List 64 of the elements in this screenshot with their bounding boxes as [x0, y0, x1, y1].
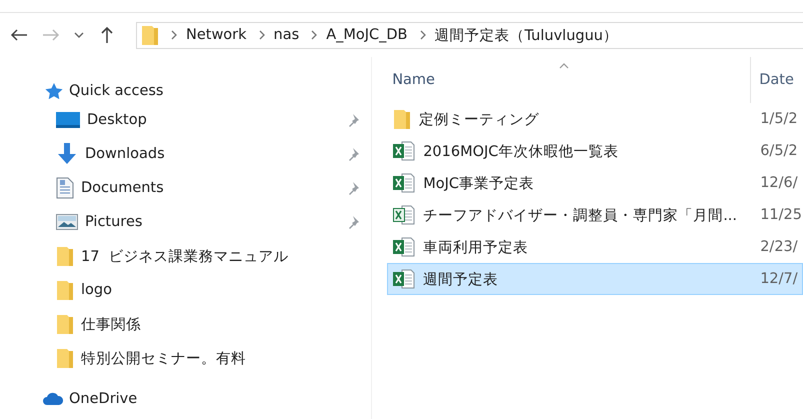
- download-icon: [56, 143, 78, 165]
- document-icon: [56, 177, 74, 199]
- file-row[interactable]: 定例ミーティング 1/5/2: [387, 103, 803, 135]
- spreadsheet-icon: [393, 269, 416, 289]
- up-arrow-icon[interactable]: [100, 26, 114, 44]
- spreadsheet-icon: [393, 237, 416, 257]
- pin-icon[interactable]: [348, 181, 360, 195]
- chevron-icon: [420, 30, 426, 40]
- quick-access-link[interactable]: Quick access: [69, 83, 164, 99]
- file-row[interactable]: MoJC事業予定表 12/6/: [387, 167, 803, 199]
- caret-icon[interactable]: [74, 31, 84, 39]
- chevron-icon: [258, 30, 265, 40]
- back-icon[interactable]: [10, 28, 28, 42]
- pin-icon[interactable]: [348, 113, 360, 127]
- address-bar[interactable]: Network nas A_MoJC_DB 週間予定表（Tuluvluguu）: [136, 22, 803, 48]
- column-header[interactable]: Date: [751, 57, 794, 103]
- folder-icon: [141, 24, 159, 46]
- file-row[interactable]: 週間予定表 12/7/: [387, 263, 803, 295]
- forward-icon[interactable]: [42, 28, 60, 42]
- spreadsheet-icon: [393, 205, 416, 225]
- folder-icon: [56, 347, 74, 369]
- sidebar-item[interactable]: 17 ビジネス課業務マニュアル: [81, 246, 289, 266]
- column-header[interactable]: Name: [387, 57, 752, 103]
- file-row[interactable]: チーフアドバイザー・調整員・専門家「月間... 11/25: [387, 199, 803, 231]
- file-row[interactable]: 2016MOJC年次休暇他一覧表 6/5/2: [387, 135, 803, 167]
- file-name: 車両利用予定表: [423, 238, 528, 256]
- file-date: 2/23/: [760, 239, 798, 255]
- file-date: 1/5/2: [760, 111, 798, 127]
- monitor-icon: [56, 111, 80, 129]
- spreadsheet-icon: [393, 173, 416, 193]
- file-name: 定例ミーティング: [419, 110, 540, 128]
- file-name: チーフアドバイザー・調整員・専門家「月間...: [423, 206, 738, 224]
- breadcrumb-item[interactable]: Network: [186, 27, 247, 43]
- cloud-icon: [43, 392, 63, 406]
- sidebar-item[interactable]: logo: [81, 282, 112, 298]
- chevron-icon: [311, 30, 318, 40]
- picture-icon: [56, 213, 78, 231]
- sidebar-item[interactable]: 仕事関係: [81, 314, 141, 334]
- file-row[interactable]: 車両利用予定表 2/23/: [387, 231, 803, 263]
- folder-icon: [393, 108, 412, 130]
- folder-icon: [56, 245, 74, 267]
- sidebar-item[interactable]: Documents: [81, 180, 164, 196]
- sidebar-item[interactable]: 特別公開セミナー。有料: [81, 348, 246, 368]
- breadcrumb-item[interactable]: nas: [274, 27, 300, 43]
- chevron-icon: [171, 30, 177, 40]
- file-name: 週間予定表: [423, 270, 498, 288]
- file-name: 2016MOJC年次休暇他一覧表: [423, 142, 618, 160]
- sidebar-item[interactable]: Downloads: [85, 146, 165, 162]
- file-date: 11/25: [760, 207, 802, 223]
- file-date: 12/6/: [760, 175, 798, 191]
- onedrive-link[interactable]: OneDrive: [69, 391, 138, 407]
- sidebar-item[interactable]: Desktop: [87, 112, 147, 128]
- file-date: 12/7/: [760, 271, 798, 287]
- breadcrumb-item[interactable]: 週間予定表（Tuluvluguu）: [434, 26, 618, 44]
- star-icon: [45, 83, 63, 99]
- pin-icon[interactable]: [348, 215, 360, 229]
- folder-icon: [56, 279, 74, 301]
- spreadsheet-icon: [393, 141, 416, 161]
- file-name: MoJC事業予定表: [423, 174, 534, 192]
- file-date: 6/5/2: [760, 143, 798, 159]
- folder-icon: [56, 313, 74, 335]
- sidebar-item[interactable]: Pictures: [85, 214, 142, 230]
- pin-icon[interactable]: [348, 147, 360, 161]
- breadcrumb-item[interactable]: A_MoJC_DB: [326, 27, 408, 43]
